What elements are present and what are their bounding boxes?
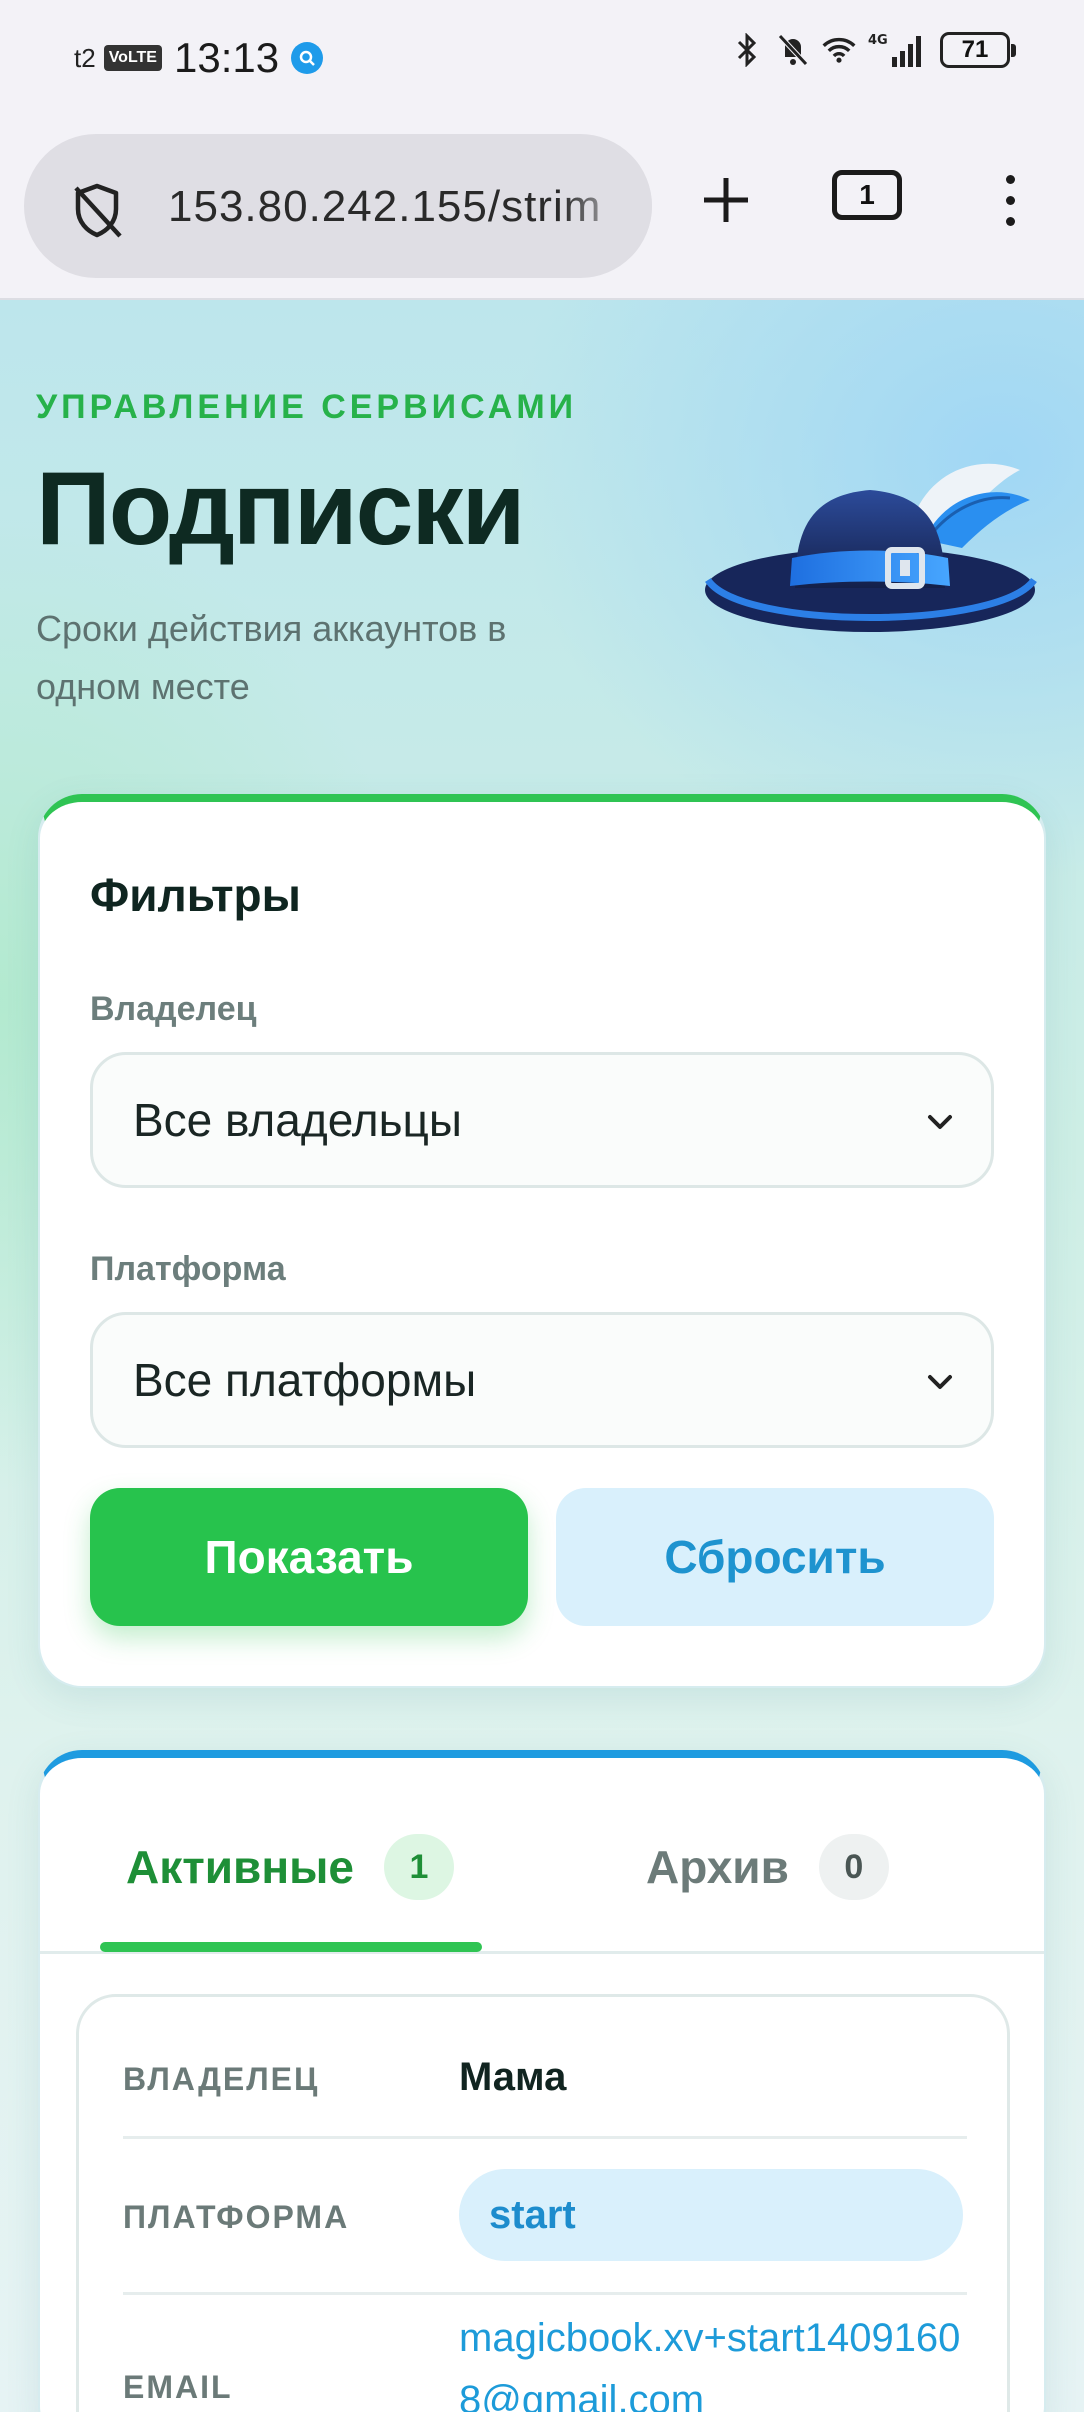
menu-icon-dot (1005, 174, 1015, 184)
carrier-label: t2 (74, 42, 96, 73)
page-content: УПРАВЛЕНИЕ СЕРВИСАМИ Подписки Сроки дейс… (0, 300, 1084, 2412)
email-row: EMAIL magicbook.xv+start14091608@gmail.c… (123, 2295, 967, 2412)
subscription-item: ВЛАДЕЛЕЦ Мама ПЛАТФОРМА start EMAIL magi… (76, 1994, 1010, 2412)
wifi-icon (822, 30, 856, 70)
status-right: 4G 71 (730, 30, 1016, 70)
owner-select-value: Все владельцы (133, 1094, 462, 1146)
bluetooth-icon (730, 30, 764, 70)
browser-toolbar: 153.80.242.155/strim 1 (0, 112, 1084, 300)
chevron-down-icon (928, 1115, 952, 1129)
tab-bar: Активные 1 Архив 0 (40, 1758, 1044, 1954)
menu-icon-dot (1005, 195, 1015, 205)
status-bar: t2 VoLTE 13:13 4G 71 (0, 0, 1084, 112)
platform-badge: start (459, 2169, 963, 2261)
reset-button[interactable]: Сбросить (556, 1488, 994, 1626)
active-tab-indicator (100, 1942, 482, 1952)
tab-archive-count: 0 (818, 1834, 889, 1900)
tab-archive[interactable]: Архив 0 (646, 1834, 889, 1900)
musketeer-hat-icon (705, 463, 1037, 632)
menu-button[interactable] (990, 164, 1030, 236)
email-key: EMAIL (123, 2369, 233, 2405)
tab-archive-label: Архив (646, 1841, 789, 1893)
menu-icon-dot (1005, 216, 1015, 226)
owner-select[interactable]: Все владельцы (90, 1052, 994, 1188)
platform-key: ПЛАТФОРМА (123, 2199, 350, 2235)
section-eyebrow: УПРАВЛЕНИЕ СЕРВИСАМИ (36, 388, 578, 426)
clock: 13:13 (173, 34, 280, 81)
shield-off-icon[interactable] (64, 178, 130, 244)
owner-row: ВЛАДЕЛЕЦ Мама (123, 1997, 967, 2139)
tab-count: 1 (859, 179, 875, 210)
owner-value: Мама (459, 2055, 567, 2099)
subscriptions-card: Активные 1 Архив 0 ВЛАДЕЛЕЦ Мама ПЛАТФОР… (38, 1750, 1046, 2412)
page-title: Подписки (36, 451, 525, 567)
page-subtitle: Сроки действия аккаунтов в одном месте (36, 608, 507, 707)
tabs-button[interactable]: 1 (832, 170, 902, 220)
volte-badge: VoLTE (103, 45, 162, 71)
chevron-down-icon (928, 1375, 952, 1389)
battery-indicator: 71 (940, 32, 1016, 68)
owner-label: Владелец (90, 990, 257, 1028)
filters-card: Фильтры Владелец Все владельцы Платформа… (38, 794, 1046, 1688)
tab-active[interactable]: Активные 1 (126, 1834, 454, 1900)
owner-key: ВЛАДЕЛЕЦ (123, 2061, 320, 2097)
new-tab-button[interactable] (690, 164, 762, 236)
email-link[interactable]: magicbook.xv+start14091608@gmail.com (459, 2307, 979, 2412)
signal-icon: 4G (868, 30, 928, 70)
status-left: t2 VoLTE 13:13 (74, 34, 324, 82)
app-notification-icon (291, 42, 324, 74)
tab-active-label: Активные (126, 1841, 354, 1893)
platform-select[interactable]: Все платформы (90, 1312, 994, 1448)
address-bar[interactable]: 153.80.242.155/strim (24, 134, 652, 278)
url-text[interactable]: 153.80.242.155/strim (168, 182, 601, 232)
platform-select-value: Все платформы (133, 1354, 477, 1406)
bell-off-icon (776, 30, 810, 70)
platform-label: Платформа (90, 1250, 286, 1288)
network-type: 4G (868, 33, 888, 48)
platform-row: ПЛАТФОРМА start (123, 2139, 967, 2295)
battery-level: 71 (961, 36, 989, 63)
tab-active-count: 1 (383, 1834, 454, 1900)
filters-title: Фильтры (90, 869, 301, 921)
show-button[interactable]: Показать (90, 1488, 528, 1626)
plus-icon (704, 178, 748, 222)
